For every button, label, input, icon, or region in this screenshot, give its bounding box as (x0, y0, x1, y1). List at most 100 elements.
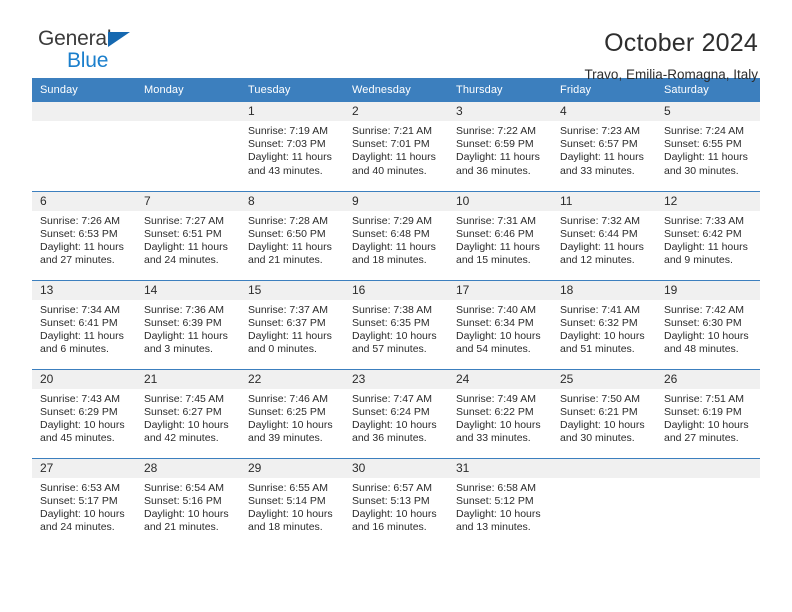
weekday-header-monday: Monday (136, 78, 240, 102)
daylight-line-1: Daylight: 11 hours (144, 329, 228, 342)
day-sun-info: Sunrise: 7:45 AM Sunset: 6:27 PM Daylight:… (136, 389, 240, 446)
day-sun-info: Sunrise: 7:38 AM Sunset: 6:35 PM Daylight:… (344, 300, 448, 357)
calendar-day-cell[interactable]: 9 Sunrise: 7:29 AM Sunset: 6:48 PM Daylight… (344, 190, 448, 280)
calendar-day-cell[interactable]: 28 Sunrise: 6:54 AM Sunset: 5:16 PM Dayligh… (136, 457, 240, 547)
daylight-line-1: Daylight: 10 hours (456, 418, 541, 431)
day-sun-info: Sunrise: 7:32 AM Sunset: 6:44 PM Daylight:… (552, 211, 656, 268)
day-sun-info: Sunrise: 7:37 AM Sunset: 6:37 PM Daylight:… (240, 300, 344, 357)
calendar-day-cell[interactable]: 14 Sunrise: 7:36 AM Sunset: 6:39 PM Dayligh… (136, 279, 240, 369)
calendar-day-cell[interactable]: 23 Sunrise: 7:47 AM Sunset: 6:24 PM Dayligh… (344, 368, 448, 458)
day-sun-info: Sunrise: 7:43 AM Sunset: 6:29 PM Daylight:… (32, 389, 136, 446)
daylight-line-1: Daylight: 10 hours (40, 418, 125, 431)
sunrise-line: Sunrise: 7:34 AM (40, 303, 120, 316)
day-sun-info: Sunrise: 7:31 AM Sunset: 6:46 PM Daylight:… (448, 211, 552, 268)
calendar-day-cell[interactable]: 20 Sunrise: 7:43 AM Sunset: 6:29 PM Dayligh… (32, 368, 136, 458)
day-sun-info: Sunrise: 7:22 AM Sunset: 6:59 PM Daylight:… (448, 121, 552, 178)
calendar-day-cell[interactable]: 26 Sunrise: 7:51 AM Sunset: 6:19 PM Dayligh… (656, 368, 760, 458)
sunrise-line: Sunrise: 7:45 AM (144, 392, 224, 405)
day-number: 6 (32, 191, 136, 211)
calendar-day-cell[interactable]: 16 Sunrise: 7:38 AM Sunset: 6:35 PM Dayligh… (344, 279, 448, 369)
daylight-line-2: and 36 minutes. (456, 164, 531, 177)
sunrise-line: Sunrise: 7:38 AM (352, 303, 432, 316)
brand-logo[interactable]: General Blue (32, 28, 152, 74)
calendar-day-cell[interactable]: 11 Sunrise: 7:32 AM Sunset: 6:44 PM Dayligh… (552, 190, 656, 280)
calendar-day-cell[interactable]: 22 Sunrise: 7:46 AM Sunset: 6:25 PM Dayligh… (240, 368, 344, 458)
sunset-line: Sunset: 5:16 PM (144, 494, 222, 507)
daylight-line-1: Daylight: 11 hours (40, 329, 124, 342)
sunset-line: Sunset: 6:55 PM (664, 138, 742, 151)
sunrise-line: Sunrise: 7:31 AM (456, 214, 536, 227)
calendar-day-cell[interactable]: 12 Sunrise: 7:33 AM Sunset: 6:42 PM Dayligh… (656, 190, 760, 280)
sunset-line: Sunset: 7:03 PM (248, 138, 326, 151)
calendar-day-cell[interactable]: 4 Sunrise: 7:23 AM Sunset: 6:57 PM Daylight… (552, 102, 656, 191)
page-title: October 2024 (604, 29, 758, 57)
calendar-day-cell[interactable]: 25 Sunrise: 7:50 AM Sunset: 6:21 PM Dayligh… (552, 368, 656, 458)
day-sun-info: Sunrise: 7:19 AM Sunset: 7:03 PM Daylight:… (240, 121, 344, 178)
daylight-line-1: Daylight: 11 hours (248, 329, 332, 342)
daylight-line-1: Daylight: 10 hours (40, 507, 125, 520)
daylight-line-1: Daylight: 11 hours (248, 240, 332, 253)
daylight-line-2: and 57 minutes. (352, 343, 427, 356)
calendar-day-cell[interactable]: 13 Sunrise: 7:34 AM Sunset: 6:41 PM Dayligh… (32, 279, 136, 369)
sunset-line: Sunset: 6:46 PM (456, 227, 534, 240)
sunset-line: Sunset: 6:37 PM (248, 316, 326, 329)
day-number: 23 (344, 369, 448, 389)
calendar-day-cell[interactable]: 7 Sunrise: 7:27 AM Sunset: 6:51 PM Daylight… (136, 190, 240, 280)
calendar-day-cell[interactable]: 8 Sunrise: 7:28 AM Sunset: 6:50 PM Daylight… (240, 190, 344, 280)
brand-flag-icon (108, 32, 130, 47)
calendar-day-cell[interactable]: 17 Sunrise: 7:40 AM Sunset: 6:34 PM Dayligh… (448, 279, 552, 369)
day-sun-info: Sunrise: 7:27 AM Sunset: 6:51 PM Daylight:… (136, 211, 240, 268)
calendar-day-cell[interactable]: 21 Sunrise: 7:45 AM Sunset: 6:27 PM Dayligh… (136, 368, 240, 458)
daylight-line-2: and 18 minutes. (352, 254, 427, 267)
day-number: 10 (448, 191, 552, 211)
calendar-day-cell[interactable]: 29 Sunrise: 6:55 AM Sunset: 5:14 PM Dayligh… (240, 457, 344, 547)
daylight-line-1: Daylight: 11 hours (40, 240, 124, 253)
calendar-day-cell[interactable]: 6 Sunrise: 7:26 AM Sunset: 6:53 PM Daylight… (32, 190, 136, 280)
day-number: 28 (136, 458, 240, 478)
day-number: 13 (32, 280, 136, 300)
daylight-line-1: Daylight: 11 hours (560, 151, 644, 164)
calendar-day-cell[interactable]: 3 Sunrise: 7:22 AM Sunset: 6:59 PM Daylight… (448, 102, 552, 191)
calendar-day-cell[interactable]: 15 Sunrise: 7:37 AM Sunset: 6:37 PM Dayligh… (240, 279, 344, 369)
sunrise-line: Sunrise: 6:57 AM (352, 481, 432, 494)
daylight-line-2: and 13 minutes. (456, 521, 531, 534)
day-number: 2 (344, 102, 448, 121)
calendar-day-cell[interactable]: 10 Sunrise: 7:31 AM Sunset: 6:46 PM Dayligh… (448, 190, 552, 280)
daylight-line-1: Daylight: 10 hours (560, 418, 645, 431)
sunset-line: Sunset: 5:12 PM (456, 494, 534, 507)
day-sun-info: Sunrise: 6:57 AM Sunset: 5:13 PM Daylight:… (344, 478, 448, 535)
sunrise-line: Sunrise: 7:51 AM (664, 392, 744, 405)
daylight-line-2: and 39 minutes. (248, 432, 323, 445)
sunrise-line: Sunrise: 6:55 AM (248, 481, 328, 494)
calendar-week-row: 6 Sunrise: 7:26 AM Sunset: 6:53 PM Daylight… (32, 190, 760, 280)
sunset-line: Sunset: 6:53 PM (40, 227, 118, 240)
calendar-day-cell[interactable]: 2 Sunrise: 7:21 AM Sunset: 7:01 PM Daylight… (344, 102, 448, 191)
sunrise-line: Sunrise: 7:24 AM (664, 125, 744, 137)
sunset-line: Sunset: 6:44 PM (560, 227, 638, 240)
sunset-line: Sunset: 6:59 PM (456, 138, 534, 151)
daylight-line-1: Daylight: 10 hours (352, 507, 437, 520)
day-number: 24 (448, 369, 552, 389)
calendar-day-cell[interactable]: 19 Sunrise: 7:42 AM Sunset: 6:30 PM Dayligh… (656, 279, 760, 369)
calendar-day-cell[interactable]: 5 Sunrise: 7:24 AM Sunset: 6:55 PM Daylight… (656, 102, 760, 191)
calendar-day-cell[interactable]: 30 Sunrise: 6:57 AM Sunset: 5:13 PM Dayligh… (344, 457, 448, 547)
title-block: October 2024 Travo, Emilia-Romagna, Ital… (584, 28, 760, 86)
sunset-line: Sunset: 5:17 PM (40, 494, 118, 507)
daylight-line-2: and 9 minutes. (664, 254, 733, 267)
day-number: 19 (656, 280, 760, 300)
sunrise-line: Sunrise: 7:43 AM (40, 392, 120, 405)
day-sun-info: Sunrise: 6:55 AM Sunset: 5:14 PM Daylight:… (240, 478, 344, 535)
day-sun-info: Sunrise: 7:47 AM Sunset: 6:24 PM Daylight:… (344, 389, 448, 446)
sunset-line: Sunset: 5:13 PM (352, 494, 430, 507)
sunset-line: Sunset: 6:57 PM (560, 138, 638, 151)
daylight-line-2: and 16 minutes. (352, 521, 427, 534)
calendar-empty-cell (656, 457, 760, 547)
calendar-day-cell[interactable]: 18 Sunrise: 7:41 AM Sunset: 6:32 PM Dayligh… (552, 279, 656, 369)
calendar-day-cell[interactable]: 31 Sunrise: 6:58 AM Sunset: 5:12 PM Dayligh… (448, 457, 552, 547)
weekday-header-thursday: Thursday (448, 78, 552, 102)
day-number (552, 458, 656, 478)
calendar-day-cell[interactable]: 27 Sunrise: 6:53 AM Sunset: 5:17 PM Dayligh… (32, 457, 136, 547)
sunrise-line: Sunrise: 7:19 AM (248, 125, 328, 137)
calendar-day-cell[interactable]: 1 Sunrise: 7:19 AM Sunset: 7:03 PM Daylight… (240, 102, 344, 191)
calendar-day-cell[interactable]: 24 Sunrise: 7:49 AM Sunset: 6:22 PM Dayligh… (448, 368, 552, 458)
